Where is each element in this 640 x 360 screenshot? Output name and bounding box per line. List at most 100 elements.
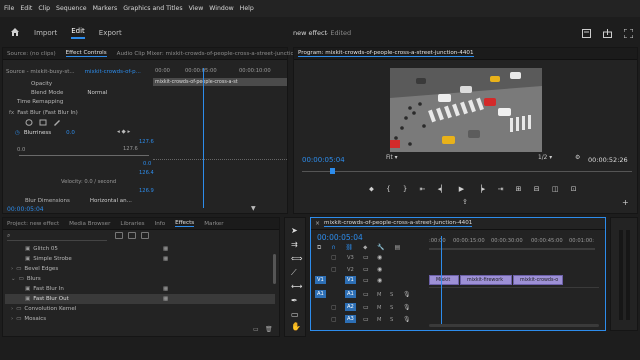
track-v2-header[interactable]: ▢ V2 ▭ ◉ [311, 265, 427, 276]
tab-libraries[interactable]: Libraries [120, 221, 144, 227]
track-a1-header[interactable]: A1 A1 ▭ M S 🎙 [311, 290, 427, 301]
pen-tool-icon[interactable]: ✒ [291, 296, 298, 305]
tab-info[interactable]: Info [155, 221, 166, 227]
export-frame-icon[interactable]: ◫ [552, 185, 559, 193]
ripple-edit-tool-icon[interactable]: ⟺ [291, 254, 302, 263]
track-a3-header[interactable]: ▢ A3 ▭ M S 🎙 [311, 315, 427, 326]
source-patch-a1[interactable]: A1 [315, 290, 326, 298]
menu-window[interactable]: Window [209, 5, 233, 12]
lock-icon[interactable]: ▢ [331, 304, 337, 311]
solo-icon[interactable]: S [390, 305, 393, 311]
fx-badge-icon[interactable]: fx [9, 110, 14, 116]
blurriness-value[interactable]: 0.0 [66, 130, 75, 136]
track-v3-header[interactable]: ▢ V3 ▭ ◉ [311, 253, 427, 264]
tab-export[interactable]: Export [99, 29, 122, 37]
mic-icon[interactable]: 🎙 [403, 316, 411, 323]
wrench-icon[interactable]: ⚙ [575, 154, 580, 161]
workspaces-icon[interactable] [582, 29, 591, 40]
list-item[interactable]: › ▭ Bevel Edges [11, 264, 275, 274]
timeline-timecode[interactable]: 00:00:05:04 [317, 233, 363, 242]
new-bin-icon[interactable]: ▭ [253, 326, 259, 333]
mic-icon[interactable]: 🎙 [403, 291, 411, 298]
program-timecode[interactable]: 00:00:05:04 [302, 156, 345, 164]
blend-mode-select[interactable]: Normal [87, 90, 107, 96]
program-video-frame[interactable] [390, 68, 542, 152]
collapse-chevron-icon[interactable]: ⌄ [11, 276, 16, 282]
solo-icon[interactable]: S [390, 317, 393, 323]
eye-icon[interactable]: ◉ [377, 266, 382, 273]
fast-blur-label[interactable]: Fast Blur (Fast Blur In) [17, 110, 78, 116]
go-to-out-icon[interactable]: ⇥ [498, 185, 504, 193]
timeline-settings-icon[interactable]: 🔧 [377, 244, 384, 251]
list-item[interactable]: ▣ Fast Blur In ▦ [25, 284, 275, 294]
mute-icon[interactable]: M [377, 305, 381, 311]
menu-markers[interactable]: Markers [93, 5, 118, 12]
fit-select[interactable]: Fit ▾ [386, 155, 398, 161]
menu-edit[interactable]: Edit [20, 5, 32, 12]
resolution-select[interactable]: 1/2 ▾ [538, 155, 552, 161]
tab-edit[interactable]: Edit [71, 27, 85, 39]
menu-help[interactable]: Help [240, 5, 254, 12]
timeline-clip[interactable]: Mixkit [429, 275, 459, 285]
prev-keyframe-icon[interactable]: ◂ [117, 129, 120, 135]
timeline-clip[interactable]: mixkit-crowds-o [513, 275, 563, 285]
menu-clip[interactable]: Clip [38, 5, 50, 12]
list-item[interactable]: › ▭ Convolution Kernel [11, 304, 275, 314]
track-v1-header[interactable]: V1 V1 ▭ ◉ [311, 276, 427, 287]
program-playhead[interactable] [330, 168, 335, 174]
ec-playhead[interactable] [203, 68, 204, 208]
hand-tool-icon[interactable]: ✋ [291, 322, 301, 331]
timeline-zoom-bar[interactable] [429, 324, 599, 327]
rect-mask-icon[interactable] [39, 119, 47, 128]
nest-icon[interactable]: ⧉ [317, 244, 321, 251]
effects-scrollbar[interactable] [273, 254, 276, 284]
timeline-ruler[interactable]: :00:00 00:00:15:00 00:00:30:00 00:00:45:… [429, 236, 599, 248]
work-area-bar[interactable] [429, 248, 595, 250]
tab-marker[interactable]: Marker [204, 221, 223, 227]
menu-view[interactable]: View [189, 5, 204, 12]
close-sequence-icon[interactable]: × [315, 220, 320, 227]
program-scrub-bar[interactable] [302, 171, 632, 172]
list-item[interactable]: ⌄ ▭ Blurs [11, 274, 275, 284]
next-keyframe-icon[interactable]: ▸ [128, 129, 131, 135]
rectangle-tool-icon[interactable]: ▭ [291, 310, 299, 319]
timeline-tab[interactable]: mixkit-crowds-of-people-cross-a-street-j… [324, 220, 473, 227]
play-icon[interactable]: ▶ [459, 185, 464, 193]
tab-audio-clip-mixer[interactable]: Audio Clip Mixer: mixkit-crowds-of-peopl… [117, 51, 314, 57]
keyframe-ruler[interactable]: 00:00 00:00:05:00 00:00:10:00 [153, 67, 287, 77]
expand-chevron-icon[interactable]: › [11, 266, 13, 272]
ellipse-mask-icon[interactable] [25, 119, 33, 128]
list-item[interactable]: › ▭ Mosaics [11, 314, 275, 324]
go-to-in-icon[interactable]: ⇤ [420, 185, 426, 193]
trash-icon[interactable]: 🗑 [265, 326, 273, 333]
share-monitor-icon[interactable]: ⇪ [462, 198, 468, 206]
menu-sequence[interactable]: Sequence [56, 5, 87, 12]
compare-icon[interactable]: ⊡ [571, 185, 577, 193]
pen-mask-icon[interactable] [53, 120, 61, 128]
overwrite-icon[interactable]: ⊟ [534, 185, 540, 193]
add-keyframe-icon[interactable]: ◆ [122, 129, 126, 135]
mute-icon[interactable]: M [377, 292, 381, 298]
program-title[interactable]: Program: mixkit-crowds-of-people-cross-a… [298, 50, 474, 57]
tab-effect-controls[interactable]: Effect Controls [65, 50, 107, 57]
tab-import[interactable]: Import [34, 29, 57, 37]
lock-icon[interactable]: ▢ [331, 316, 337, 323]
expand-chevron-icon[interactable]: › [11, 306, 13, 312]
tab-project[interactable]: Project: new effect [7, 221, 59, 227]
razor-tool-icon[interactable]: ⟋ [291, 268, 297, 278]
mark-out-icon[interactable]: } [403, 185, 407, 193]
list-item-selected[interactable]: ▣ Fast Blur Out ▦ [5, 294, 275, 304]
time-remap-label[interactable]: Time Remapping [17, 99, 63, 105]
lock-icon[interactable]: ▢ [331, 254, 337, 261]
tab-effects[interactable]: Effects [175, 220, 195, 227]
insert-icon[interactable]: ⊞ [516, 185, 522, 193]
captions-icon[interactable]: ▤ [395, 244, 401, 251]
value-graph-line[interactable] [19, 155, 149, 156]
slip-tool-icon[interactable]: ⟷ [291, 282, 302, 291]
sync-lock-icon[interactable]: ▭ [363, 254, 369, 261]
list-item[interactable]: ▣ Simple Strobe ▦ [25, 254, 275, 264]
mute-icon[interactable]: M [377, 317, 381, 323]
sync-lock-icon[interactable]: ▭ [363, 291, 369, 298]
lock-icon[interactable]: ▢ [331, 266, 337, 273]
clip-name[interactable]: mixkit-crowds-of-p... [85, 69, 141, 75]
